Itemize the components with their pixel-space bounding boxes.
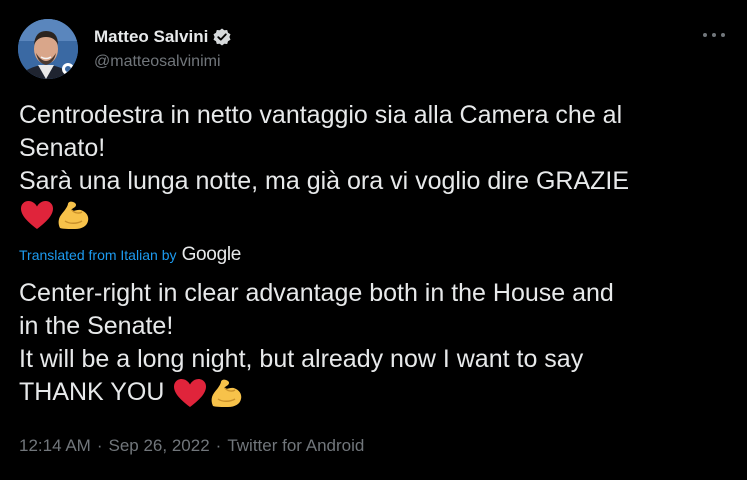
user-handle[interactable]: @matteosalvinimi [94, 53, 232, 71]
tweet-meta: 12:14 AM · Sep 26, 2022 · Twitter for An… [19, 436, 364, 456]
translated-last-row: THANK YOU [19, 376, 719, 409]
user-names: Matteo Salvini @matteosalvinimi [94, 26, 232, 71]
display-name[interactable]: Matteo Salvini [94, 27, 208, 47]
original-emoji-row [19, 198, 719, 231]
translated-line: in the Senate! [19, 312, 174, 340]
red-heart-emoji [172, 377, 208, 409]
more-options-icon[interactable] [703, 24, 725, 46]
more-dot [712, 33, 716, 37]
translation-note: Translated from Italian by Google [19, 244, 241, 266]
translated-line: Center-right in clear advantage both in … [19, 279, 614, 307]
translation-by-label: by [161, 247, 177, 263]
flexed-biceps-emoji [55, 199, 91, 231]
google-logo: Google [181, 244, 242, 265]
tweet-date[interactable]: Sep 26, 2022 [109, 436, 210, 456]
flexed-biceps-emoji [208, 377, 244, 409]
tweet-text-original: Centrodestra in netto vantaggio sia alla… [19, 99, 719, 231]
tweet-time[interactable]: 12:14 AM [19, 436, 91, 456]
original-line: Senato! [19, 134, 106, 162]
tweet-text-translated: Center-right in clear advantage both in … [19, 277, 719, 409]
tweet-header: Matteo Salvini @matteosalvinimi [18, 19, 232, 79]
more-dot [721, 33, 725, 37]
meta-separator: · [96, 436, 103, 455]
display-name-row: Matteo Salvini [94, 26, 232, 48]
verified-badge-icon [212, 27, 232, 47]
meta-separator: · [215, 436, 222, 455]
translated-last-line: THANK YOU [19, 378, 165, 406]
red-heart-emoji [19, 199, 55, 231]
avatar[interactable] [18, 19, 78, 79]
more-dot [703, 33, 707, 37]
avatar-photo [18, 19, 78, 79]
translated-line: It will be a long night, but already now… [19, 345, 584, 373]
original-line: Centrodestra in netto vantaggio sia alla… [19, 101, 623, 129]
tweet-source: Twitter for Android [227, 436, 365, 455]
tweet-card: Matteo Salvini @matteosalvinimi Centrode… [0, 0, 747, 480]
original-line: Sarà una lunga notte, ma già ora vi vogl… [19, 167, 630, 195]
translated-from-link[interactable]: Translated from Italian [19, 247, 158, 263]
